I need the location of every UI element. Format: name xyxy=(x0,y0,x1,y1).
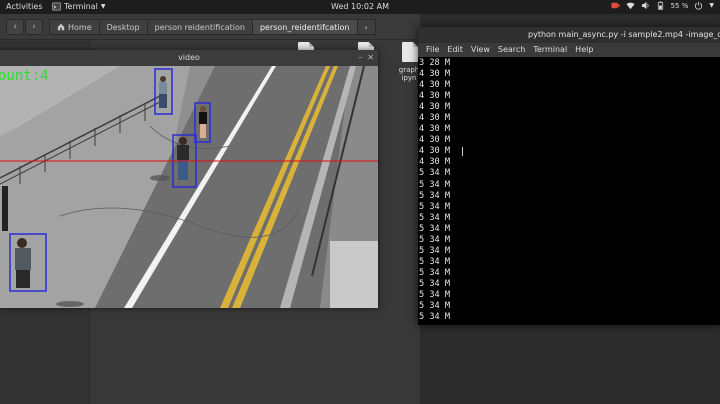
terminal-window[interactable]: python main_async.py -i sample2.mp4 -ima… xyxy=(418,27,720,325)
terminal-line: 4 30 M xyxy=(419,157,451,168)
forward-button[interactable]: › xyxy=(25,19,43,35)
terminal-line: 5 34 M xyxy=(419,245,451,256)
terminal-output[interactable]: 3 28 M4 30 M4 30 M4 30 M4 30 M4 30 M4 30… xyxy=(418,57,720,325)
window-title: video xyxy=(178,53,200,62)
count-overlay: ount:4 xyxy=(0,68,49,84)
volume-icon xyxy=(641,1,649,10)
menu-view[interactable]: View xyxy=(467,43,494,57)
menu-edit[interactable]: Edit xyxy=(443,43,467,57)
terminal-menubar: File Edit View Search Terminal Help xyxy=(418,43,720,57)
chevron-down-icon: ▼ xyxy=(709,2,714,9)
terminal-line: 5 34 M xyxy=(419,289,451,300)
chevron-down-icon: ▼ xyxy=(100,3,106,10)
menu-search[interactable]: Search xyxy=(494,43,529,57)
terminal-line: 4 30 M xyxy=(419,102,451,113)
breadcrumb-folder[interactable]: person reidentification xyxy=(146,19,253,35)
terminal-line: 4 30 M xyxy=(419,91,451,102)
video-frame: ount:4 xyxy=(0,66,378,308)
activities-button[interactable]: Activities xyxy=(6,2,43,11)
home-icon xyxy=(57,23,65,31)
terminal-line: 5 34 M xyxy=(419,179,451,190)
wifi-icon xyxy=(626,2,635,10)
breadcrumb-next-button[interactable]: › xyxy=(356,19,376,35)
text-cursor-icon xyxy=(462,147,466,156)
terminal-line: 5 34 M xyxy=(419,301,451,312)
breadcrumb-home[interactable]: Home xyxy=(49,19,100,35)
terminal-line: 5 34 M xyxy=(419,168,451,179)
breadcrumb-current[interactable]: person_reidentifcation xyxy=(251,19,358,35)
app-menu[interactable]: Terminal ▼ xyxy=(52,2,105,11)
notebook-file-icon[interactable] xyxy=(402,42,418,62)
terminal-line: 5 34 M xyxy=(419,256,451,267)
terminal-line: 4 30 M xyxy=(419,146,451,157)
terminal-line: 4 30 M xyxy=(419,124,451,135)
app-menu-label: Terminal xyxy=(64,2,98,11)
minimize-button[interactable]: – xyxy=(358,53,362,63)
terminal-line: 4 30 M xyxy=(419,113,451,124)
file-manager-headerbar: ‹ › Home Desktop person reidentification… xyxy=(0,14,420,40)
terminal-line: 5 34 M xyxy=(419,201,451,212)
terminal-line: 4 30 M xyxy=(419,80,451,91)
power-icon xyxy=(695,1,703,10)
video-window-titlebar[interactable]: video – ✕ xyxy=(0,50,378,66)
surveillance-scene xyxy=(0,66,378,308)
breadcrumb-desktop[interactable]: Desktop xyxy=(98,19,148,35)
terminal-icon xyxy=(52,2,61,11)
top-bar: Activities Terminal ▼ Wed 10:02 AM 55 % … xyxy=(0,0,720,14)
menu-file[interactable]: File xyxy=(422,43,443,57)
battery-percent: 55 % xyxy=(670,1,689,10)
terminal-lines: 3 28 M4 30 M4 30 M4 30 M4 30 M4 30 M4 30… xyxy=(419,58,450,323)
menu-terminal[interactable]: Terminal xyxy=(529,43,571,57)
system-tray[interactable]: 55 % ▼ xyxy=(611,1,714,10)
screen-record-icon xyxy=(611,2,620,9)
breadcrumb: Home Desktop person reidentification per… xyxy=(49,19,376,35)
terminal-line: 5 34 M xyxy=(419,223,451,234)
terminal-titlebar[interactable]: python main_async.py -i sample2.mp4 -ima… xyxy=(418,27,720,43)
video-window[interactable]: video – ✕ ount:4 xyxy=(0,50,378,308)
close-button[interactable]: ✕ xyxy=(367,53,374,63)
terminal-line: 4 30 M xyxy=(419,69,451,80)
terminal-line: 4 30 M xyxy=(419,135,451,146)
terminal-line: 5 34 M xyxy=(419,190,451,201)
back-button[interactable]: ‹ xyxy=(6,19,24,35)
terminal-line: 5 34 M xyxy=(419,234,451,245)
terminal-line: 5 34 M xyxy=(419,312,451,323)
menu-help[interactable]: Help xyxy=(571,43,597,57)
battery-icon xyxy=(657,1,663,10)
terminal-line: 5 34 M xyxy=(419,212,451,223)
clock[interactable]: Wed 10:02 AM xyxy=(331,2,389,11)
terminal-line: 3 28 M xyxy=(419,58,451,68)
terminal-line: 5 34 M xyxy=(419,267,451,278)
terminal-line: 5 34 M xyxy=(419,278,451,289)
